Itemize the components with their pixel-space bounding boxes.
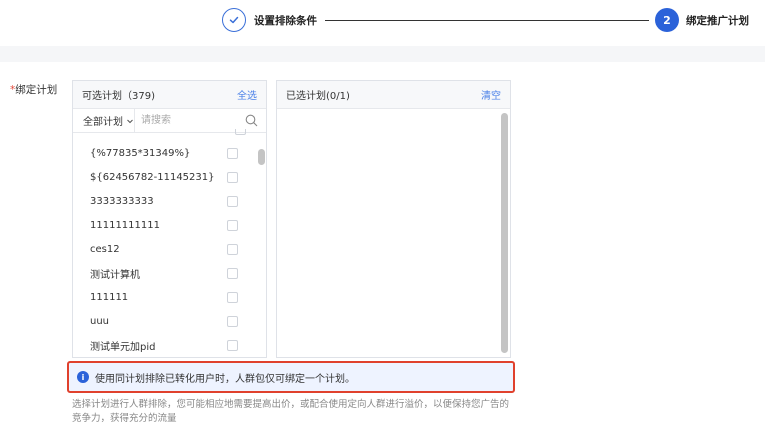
plan-label: 11111111111 xyxy=(90,219,160,231)
help-text: 选择计划进行人群排除，您可能相应地需要提高出价，或配合使用定向人群进行溢价，以便… xyxy=(72,399,510,424)
plan-checkbox[interactable] xyxy=(227,219,238,231)
available-panel-header: 可选计划（379) 全选 xyxy=(73,81,266,109)
plan-label: 3333333333 xyxy=(90,195,154,207)
list-item[interactable]: {%77835*31349%} xyxy=(73,141,256,165)
plan-label: 111111 xyxy=(90,291,129,303)
plan-checkbox[interactable] xyxy=(227,243,238,255)
available-plans-list: {%77835*31349%} ${62456782-11145231} 333… xyxy=(73,141,256,365)
checkbox-partial-top xyxy=(235,129,246,135)
info-icon: i xyxy=(77,371,89,383)
binding-notice: i 使用同计划排除已转化用户时，人群包仅可绑定一个计划。 xyxy=(67,361,515,393)
plan-label: ${62456782-11145231} xyxy=(90,171,215,183)
step-2-indicator: 2 xyxy=(655,8,679,32)
plan-label: ces12 xyxy=(90,243,120,255)
selected-panel-header: 已选计划(0/1) 清空 xyxy=(277,81,510,109)
plan-label: 测试单元加pid xyxy=(90,341,156,353)
clear-link[interactable]: 清空 xyxy=(481,87,501,102)
chevron-down-icon xyxy=(127,119,133,123)
selected-panel-title: 已选计划(0/1) xyxy=(286,91,350,102)
plan-checkbox[interactable] xyxy=(227,291,238,303)
available-panel-title: 可选计划（379) xyxy=(82,91,155,102)
step-2-label: 绑定推广计划 xyxy=(686,15,749,27)
select-all-link[interactable]: 全选 xyxy=(237,87,257,102)
list-item[interactable]: uuu xyxy=(73,309,256,333)
available-plans-panel: 可选计划（379) 全选 全部计划 {%77835*31349%} ${6245… xyxy=(72,80,267,358)
plan-checkbox[interactable] xyxy=(227,315,238,327)
plan-checkbox[interactable] xyxy=(227,171,238,183)
plan-checkbox[interactable] xyxy=(227,195,238,207)
search-icon[interactable] xyxy=(245,114,258,127)
section-divider xyxy=(0,46,765,62)
selected-list-scrollbar[interactable] xyxy=(501,113,508,353)
selected-plans-panel: 已选计划(0/1) 清空 xyxy=(276,80,511,358)
available-list-scrollbar[interactable] xyxy=(258,149,265,165)
list-item[interactable]: 111111 xyxy=(73,285,256,309)
list-item[interactable]: ${62456782-11145231} xyxy=(73,165,256,189)
list-item[interactable]: 3333333333 xyxy=(73,189,256,213)
step-connector-line xyxy=(325,20,649,21)
plan-filter-value: 全部计划 xyxy=(83,117,123,128)
notice-text: 使用同计划排除已转化用户时，人群包仅可绑定一个计划。 xyxy=(95,373,355,385)
plan-checkbox[interactable] xyxy=(227,267,238,279)
list-item[interactable]: 11111111111 xyxy=(73,213,256,237)
plan-label: {%77835*31349%} xyxy=(90,147,191,159)
plan-label: uuu xyxy=(90,315,110,327)
plan-filter-select[interactable]: 全部计划 xyxy=(73,109,135,132)
list-item[interactable]: 测试计算机 xyxy=(73,261,256,285)
plan-label: 测试计算机 xyxy=(90,269,140,281)
list-item[interactable]: 测试单元加pid xyxy=(73,333,256,357)
stepper: 设置排除条件 2 绑定推广计划 xyxy=(0,0,765,46)
plan-checkbox[interactable] xyxy=(227,147,238,159)
plan-checkbox[interactable] xyxy=(227,339,238,351)
step-1-label: 设置排除条件 xyxy=(254,15,317,27)
field-label-text: 绑定计划 xyxy=(15,84,58,96)
list-item[interactable]: ces12 xyxy=(73,237,256,261)
field-label: *绑定计划 xyxy=(10,82,57,97)
step-1-check-icon xyxy=(222,8,246,32)
